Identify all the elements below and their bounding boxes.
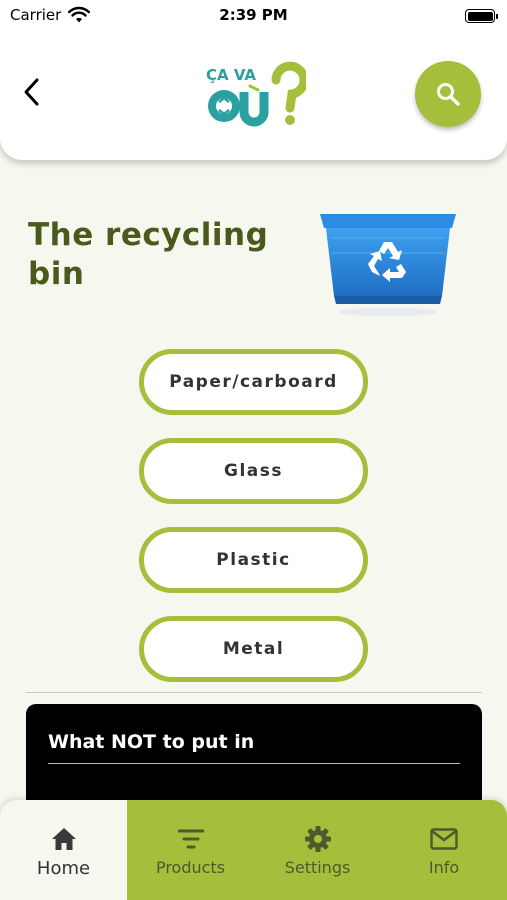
nav-label-info: Info bbox=[428, 858, 460, 877]
back-button[interactable] bbox=[14, 72, 50, 112]
category-paper-button[interactable]: Paper/carboard bbox=[139, 349, 368, 415]
home-icon bbox=[50, 826, 78, 852]
page-title: The recycling bin bbox=[28, 217, 269, 292]
divider bbox=[26, 692, 482, 693]
mail-icon bbox=[430, 826, 458, 852]
filter-icon bbox=[177, 826, 205, 852]
not-allowed-panel[interactable]: What NOT to put in bbox=[26, 704, 482, 814]
nav-label-settings: Settings bbox=[284, 858, 351, 877]
recycling-bin-image bbox=[318, 208, 458, 318]
status-bar: Carrier 2:39 PM bbox=[0, 0, 507, 34]
nav-label-products: Products bbox=[155, 858, 226, 877]
app-header: ÇA VA bbox=[0, 34, 507, 160]
nav-item-products[interactable]: Products bbox=[127, 800, 254, 900]
category-plastic-button[interactable]: Plastic bbox=[139, 527, 368, 593]
category-glass-button[interactable]: Glass bbox=[139, 438, 368, 504]
bottom-nav: Home Products Settings Info bbox=[0, 800, 507, 900]
not-allowed-panel-title: What NOT to put in bbox=[48, 731, 255, 753]
chevron-left-icon bbox=[24, 78, 39, 106]
app-logo: ÇA VA bbox=[202, 60, 309, 130]
nav-label-home: Home bbox=[36, 858, 91, 879]
nav-item-info[interactable]: Info bbox=[381, 800, 507, 900]
battery-icon bbox=[465, 9, 498, 23]
search-button[interactable] bbox=[415, 61, 481, 127]
status-time: 2:39 PM bbox=[219, 6, 288, 24]
logo-text-top: ÇA VA bbox=[206, 66, 256, 84]
nav-item-home[interactable]: Home bbox=[0, 800, 127, 900]
search-icon bbox=[437, 83, 460, 106]
nav-item-settings[interactable]: Settings bbox=[254, 800, 381, 900]
divider bbox=[48, 763, 460, 764]
gear-icon bbox=[304, 826, 332, 852]
category-metal-button[interactable]: Metal bbox=[139, 616, 368, 682]
